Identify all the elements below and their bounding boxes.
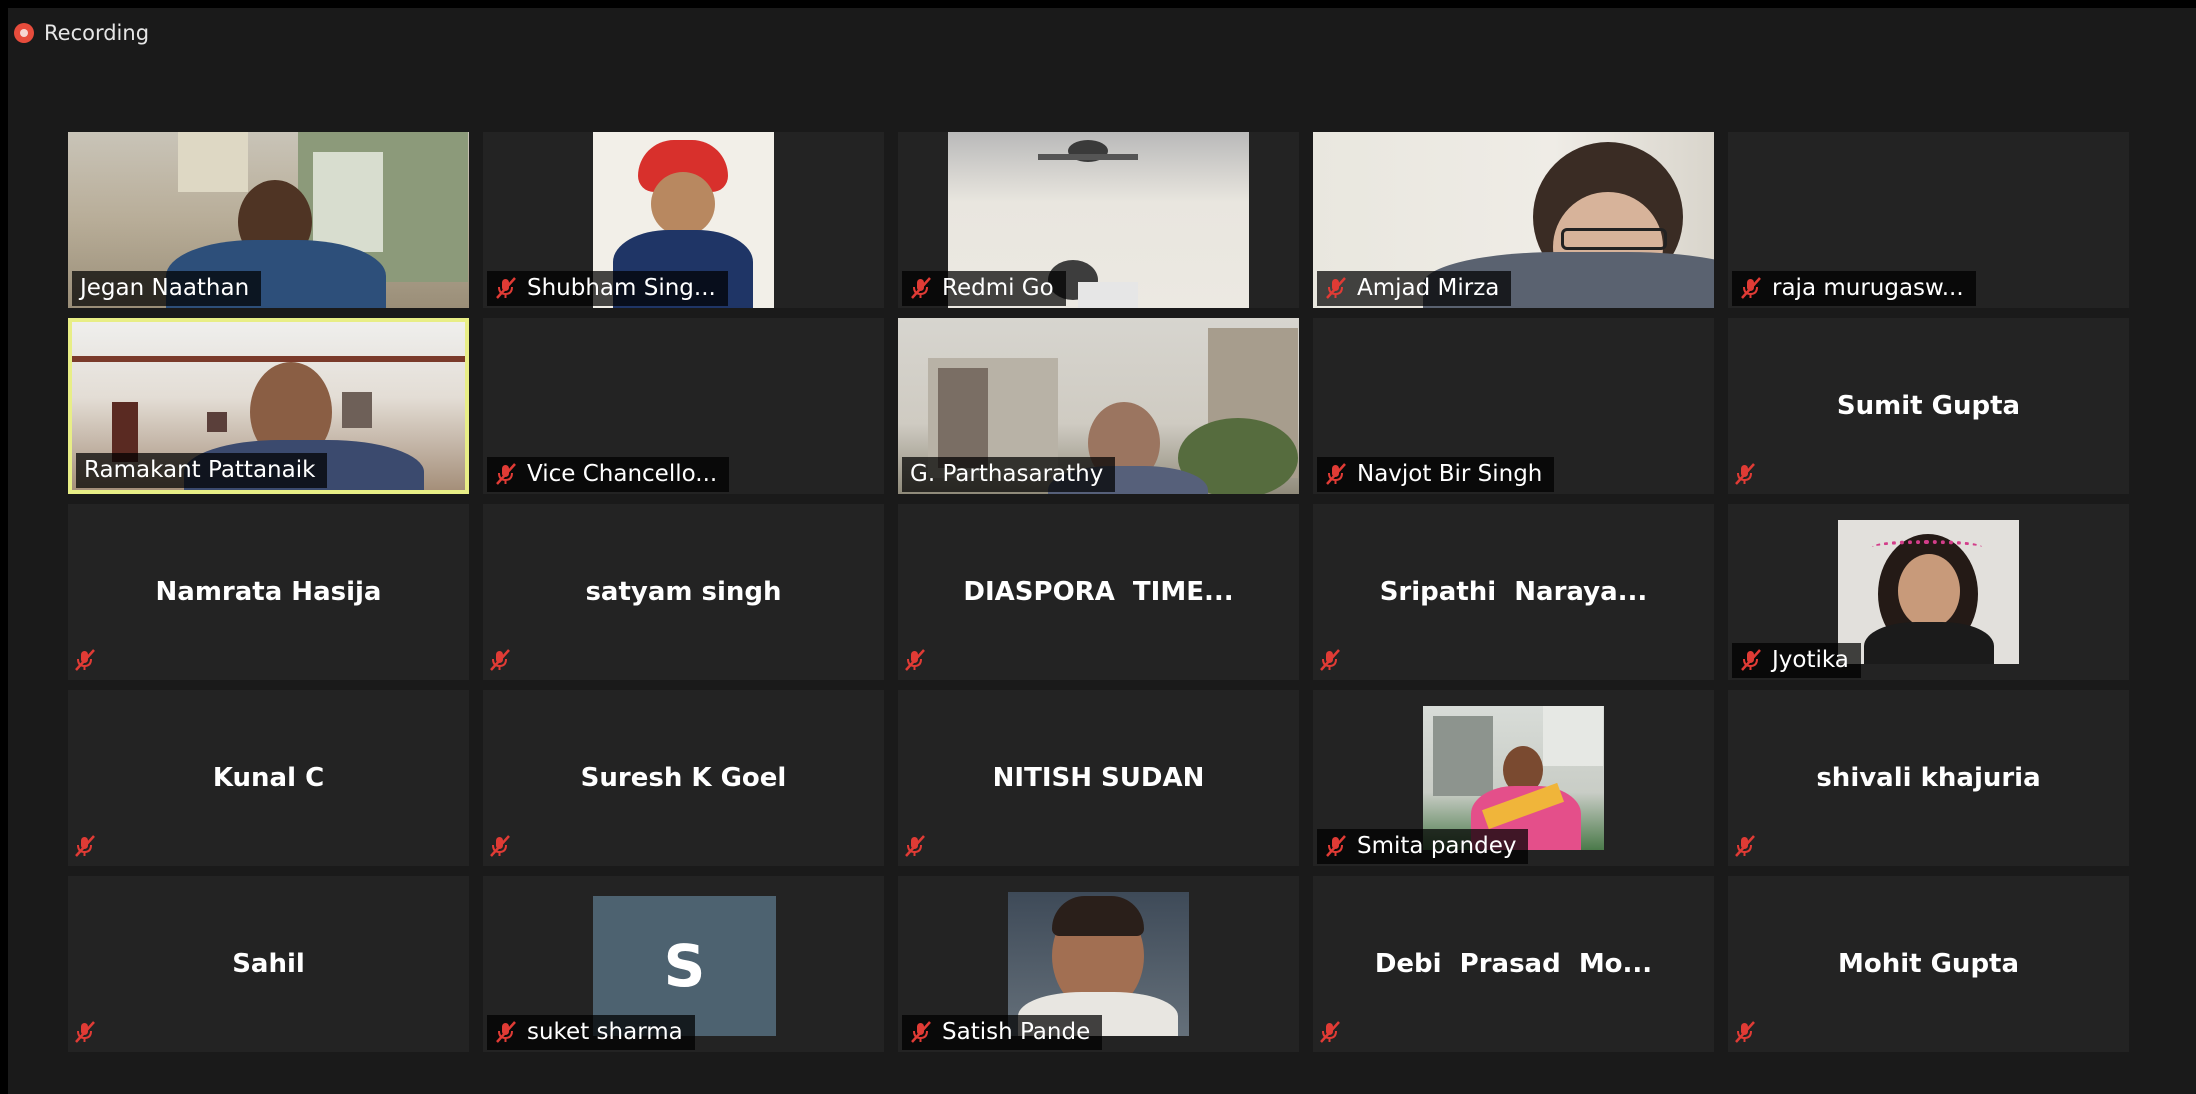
participant-name-tag: raja murugasw... — [1732, 271, 1976, 306]
participant-name-tag: Amjad Mirza — [1317, 271, 1512, 306]
participant-name-tag: suket sharma — [487, 1015, 695, 1050]
participant-tile-amjad[interactable]: Amjad Mirza — [1313, 132, 1714, 308]
participant-name: Shubham Sing... — [527, 275, 716, 301]
muted-mic-icon — [1325, 462, 1347, 486]
participant-tile-parthasarathy[interactable]: G. Parthasarathy — [898, 318, 1299, 494]
muted-mic-icon — [1740, 276, 1762, 300]
participant-name: Navjot Bir Singh — [1357, 461, 1543, 487]
participant-tile-smita[interactable]: Smita pandey — [1313, 690, 1714, 866]
participant-tile-shubham[interactable]: Shubham Sing... — [483, 132, 884, 308]
participant-name: Sahil — [232, 949, 305, 979]
participant-tile-navjot[interactable]: Navjot Bir Singh — [1313, 318, 1714, 494]
participant-name-tag: Jyotika — [1732, 643, 1861, 678]
gallery-view: Jegan Naathan Shubham Sing... Redmi Go A… — [68, 132, 2148, 1062]
participant-name-tag: G. Parthasarathy — [902, 457, 1116, 492]
participant-name: DIASPORA TIME... — [963, 577, 1234, 607]
muted-mic-icon — [74, 1020, 96, 1044]
participant-name-tag: Shubham Sing... — [487, 271, 728, 306]
participant-name: Sripathi Naraya... — [1379, 577, 1648, 607]
muted-mic-icon — [495, 1020, 517, 1044]
participant-name: satyam singh — [585, 577, 782, 607]
participant-name: Ramakant Pattanaik — [84, 457, 316, 483]
participant-name-tag: Satish Pande — [902, 1015, 1103, 1050]
participant-tile-suket[interactable]: S suket sharma — [483, 876, 884, 1052]
recording-icon — [14, 23, 34, 43]
participant-name: Redmi Go — [942, 275, 1054, 301]
participant-tile-satyam[interactable]: satyam singh — [483, 504, 884, 680]
participant-tile-kunal[interactable]: Kunal C — [68, 690, 469, 866]
participant-tile-raja[interactable]: raja murugasw... — [1728, 132, 2129, 308]
participant-name: Kunal C — [212, 763, 325, 793]
muted-mic-icon — [1319, 648, 1341, 672]
participant-tile-sahil[interactable]: Sahil — [68, 876, 469, 1052]
participant-name-tag: Navjot Bir Singh — [1317, 457, 1555, 492]
muted-mic-icon — [489, 648, 511, 672]
participant-name: Amjad Mirza — [1357, 275, 1500, 301]
participant-name: shivali khajuria — [1816, 763, 2041, 793]
muted-mic-icon — [1325, 276, 1347, 300]
participant-name: G. Parthasarathy — [910, 461, 1104, 487]
muted-mic-icon — [74, 648, 96, 672]
muted-mic-icon — [1734, 462, 1756, 486]
muted-mic-icon — [1325, 834, 1347, 858]
participant-name: Namrata Hasija — [155, 577, 382, 607]
muted-mic-icon — [1740, 648, 1762, 672]
participant-name: NITISH SUDAN — [992, 763, 1205, 793]
participant-tile-namrata[interactable]: Namrata Hasija — [68, 504, 469, 680]
participant-name: Vice Chancello... — [527, 461, 718, 487]
muted-mic-icon — [489, 834, 511, 858]
participant-tile-diaspora[interactable]: DIASPORA TIME... — [898, 504, 1299, 680]
participant-name: Satish Pande — [942, 1019, 1091, 1045]
participant-name: Jegan Naathan — [80, 275, 250, 301]
muted-mic-icon — [495, 462, 517, 486]
participant-tile-jegan[interactable]: Jegan Naathan — [68, 132, 469, 308]
participant-tile-satish[interactable]: Satish Pande — [898, 876, 1299, 1052]
participant-tile-sripathi[interactable]: Sripathi Naraya... — [1313, 504, 1714, 680]
participant-tile-ramakant[interactable]: Ramakant Pattanaik — [68, 318, 469, 494]
muted-mic-icon — [904, 648, 926, 672]
participant-name: Mohit Gupta — [1837, 949, 2020, 979]
participant-tile-jyotika[interactable]: Jyotika — [1728, 504, 2129, 680]
muted-mic-icon — [1734, 834, 1756, 858]
muted-mic-icon — [904, 834, 926, 858]
participant-name-tag: Smita pandey — [1317, 829, 1529, 864]
participant-tile-mohit[interactable]: Mohit Gupta — [1728, 876, 2129, 1052]
participant-name: Sumit Gupta — [1836, 391, 2021, 421]
muted-mic-icon — [910, 276, 932, 300]
participant-name: Debi Prasad Mo... — [1374, 949, 1653, 979]
participant-tile-shivali[interactable]: shivali khajuria — [1728, 690, 2129, 866]
participant-name-tag: Redmi Go — [902, 271, 1066, 306]
participant-name: raja murugasw... — [1772, 275, 1964, 301]
muted-mic-icon — [1319, 1020, 1341, 1044]
participant-name: suket sharma — [527, 1019, 683, 1045]
muted-mic-icon — [74, 834, 96, 858]
participant-tile-vice-chancellor[interactable]: Vice Chancello... — [483, 318, 884, 494]
muted-mic-icon — [910, 1020, 932, 1044]
participant-name: Smita pandey — [1357, 833, 1517, 859]
recording-label: Recording — [44, 21, 150, 45]
participant-tile-redmi[interactable]: Redmi Go — [898, 132, 1299, 308]
participant-name-tag: Jegan Naathan — [72, 271, 262, 306]
participant-tile-debi[interactable]: Debi Prasad Mo... — [1313, 876, 1714, 1052]
participant-tile-nitish[interactable]: NITISH SUDAN — [898, 690, 1299, 866]
participant-name: Suresh K Goel — [580, 763, 787, 793]
meeting-window: Recording Jegan Naathan Shubham Sing... … — [8, 8, 2196, 1094]
recording-indicator[interactable]: Recording — [14, 18, 149, 48]
participant-tile-suresh[interactable]: Suresh K Goel — [483, 690, 884, 866]
participant-tile-sumit[interactable]: Sumit Gupta — [1728, 318, 2129, 494]
participant-name-tag: Ramakant Pattanaik — [76, 453, 328, 488]
participant-name: Jyotika — [1772, 647, 1849, 673]
muted-mic-icon — [1734, 1020, 1756, 1044]
muted-mic-icon — [495, 276, 517, 300]
participant-name-tag: Vice Chancello... — [487, 457, 730, 492]
participant-video — [1838, 520, 2019, 664]
